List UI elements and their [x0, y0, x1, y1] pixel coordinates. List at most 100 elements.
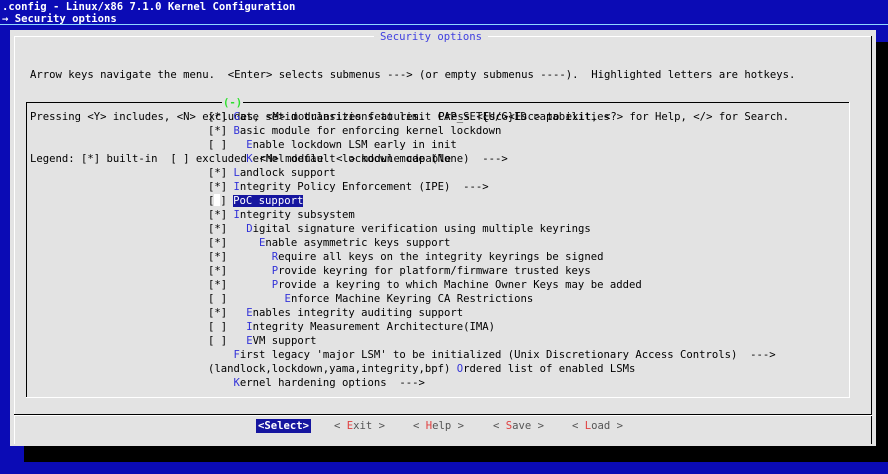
- menu-item[interactable]: [*] Landlock support: [208, 166, 828, 180]
- menu-item-label: Enforce Machine Keyring CA Restrictions: [285, 293, 534, 305]
- menu-item-text: ntegrity Measurement Architecture(IMA): [252, 321, 496, 333]
- load-rest: oad >: [591, 420, 624, 432]
- menu-item-prefix: [*]: [208, 265, 272, 277]
- menu-item-prefix: []: [208, 194, 234, 207]
- menu-item-label: Integrity Policy Enforcement (IPE) --->: [234, 181, 489, 193]
- menu-item-prefix: [208, 349, 234, 361]
- menu-item-label: PoC support: [233, 195, 304, 207]
- menu-item-prefix: [*]: [208, 125, 234, 137]
- menu-item[interactable]: [ ] Integrity Measurement Architecture(I…: [208, 320, 828, 334]
- menu-item-label: Enable asymmetric keys support: [259, 237, 450, 249]
- menu-item-label: Integrity Measurement Architecture(IMA): [246, 321, 495, 333]
- menu-item-text: igital signature verification using mult…: [252, 223, 591, 235]
- menu-item-text: rovide a keyring to which Machine Owner …: [278, 279, 642, 291]
- menu-item-label: EVM support: [246, 335, 316, 347]
- menu-item-text: rdered list of enabled LSMs: [463, 363, 636, 375]
- menu-item-label: Gate setid transitions to limit CAP_SET{…: [234, 111, 610, 123]
- menu-item-text: nable asymmetric keys support: [265, 237, 451, 249]
- menu-item-text: nable lockdown LSM early in init: [252, 139, 457, 151]
- load-open: <: [572, 420, 585, 432]
- exit-open: <: [334, 420, 347, 432]
- menu-item-text: rovide keyring for platform/firmware tru…: [278, 265, 591, 277]
- menu-item-prefix: [ ]: [208, 335, 247, 347]
- menu-item[interactable]: [*] Enables integrity auditing support: [208, 306, 828, 320]
- menu-item-prefix: [*]: [208, 251, 272, 263]
- help-open: <: [413, 420, 426, 432]
- button-separator-highlight: [14, 415, 872, 416]
- menu-item[interactable]: [*] Integrity subsystem: [208, 208, 828, 222]
- menu-item-label: Digital signature verification using mul…: [246, 223, 590, 235]
- help-button[interactable]: < Help >: [413, 419, 464, 433]
- menu-item-prefix: [*]: [208, 111, 234, 123]
- load-button[interactable]: < Load >: [572, 419, 623, 433]
- menu-item[interactable]: [*] Provide a keyring to which Machine O…: [208, 278, 828, 292]
- menu-item[interactable]: [*] Enable asymmetric keys support: [208, 236, 828, 250]
- menu-item[interactable]: [ ] Enable lockdown LSM early in init: [208, 138, 828, 152]
- menu-item-text: irst legacy 'major LSM' to be initialize…: [239, 349, 776, 361]
- menu-item-prefix: [ ]: [208, 321, 247, 333]
- menu-item-prefix: [*]: [208, 209, 234, 221]
- menu-item-prefix: (landlock,lockdown,yama,integrity,bpf): [208, 363, 457, 375]
- menu-item-label: Kernel default lockdown mode (None) --->: [246, 153, 508, 165]
- menu-item[interactable]: [*] Gate setid transitions to limit CAP_…: [208, 110, 828, 124]
- menu-item[interactable]: [ ] Enforce Machine Keyring CA Restricti…: [208, 292, 828, 306]
- button-bar: <Select> < Exit > < Help > < Save > < Lo…: [10, 419, 876, 435]
- menu-item-prefix: [208, 377, 234, 389]
- menu-item-text: asic module for enforcing kernel lockdow…: [239, 125, 502, 137]
- menu-item-prefix: [ ]: [208, 139, 247, 151]
- menu-item-text: ate setid transitions to limit CAP_SET{U…: [239, 111, 610, 123]
- save-rest: ave >: [512, 420, 545, 432]
- menu-item-label: Require all keys on the integrity keyrin…: [272, 251, 604, 263]
- menu-item-label: First legacy 'major LSM' to be initializ…: [234, 349, 776, 361]
- menu-item-prefix: [*]: [208, 237, 260, 249]
- save-open: <: [493, 420, 506, 432]
- menu-item[interactable]: Kernel default lockdown mode (None) --->: [208, 152, 828, 166]
- menu-border-bottom: [26, 397, 850, 398]
- menu-item-text: ntegrity subsystem: [239, 209, 355, 221]
- help-line-navigation: Arrow keys navigate the menu. <Enter> se…: [30, 69, 796, 81]
- menu-item-prefix: [*]: [208, 307, 247, 319]
- menu-item-label: Enables integrity auditing support: [246, 307, 463, 319]
- menu-item-text: nforce Machine Keyring CA Restrictions: [290, 293, 534, 305]
- security-options-dialog: Security options Arrow keys navigate the…: [10, 30, 876, 446]
- menu-item-label: Provide keyring for platform/firmware tr…: [272, 265, 591, 277]
- menu-item[interactable]: [*] Basic module for enforcing kernel lo…: [208, 124, 828, 138]
- menu-item-prefix: [ ]: [208, 293, 285, 305]
- dialog-border-left: [14, 36, 15, 444]
- menu-item-prefix: [*]: [208, 223, 247, 235]
- menu-item-text: ernel hardening options --->: [239, 377, 425, 389]
- menu-item-text: VM support: [252, 335, 317, 347]
- save-button[interactable]: < Save >: [493, 419, 544, 433]
- menu-item[interactable]: [*] Require all keys on the integrity ke…: [208, 250, 828, 264]
- dialog-border-right: [871, 36, 872, 444]
- menu-item-text: ernel default lockdown mode (None) --->: [252, 153, 508, 165]
- menu-item[interactable]: [ ] EVM support: [208, 334, 828, 348]
- checkbox-close: ]: [220, 195, 234, 207]
- menu-list: [*] Gate setid transitions to limit CAP_…: [208, 110, 828, 390]
- menu-item-prefix: [*]: [208, 279, 272, 291]
- menu-item[interactable]: [*] Integrity Policy Enforcement (IPE) -…: [208, 180, 828, 194]
- menu-item-text: equire all keys on the integrity keyring…: [278, 251, 604, 263]
- menu-item[interactable]: [] PoC support: [208, 194, 828, 208]
- menu-item-text: nables integrity auditing support: [252, 307, 464, 319]
- header-rule: [0, 24, 888, 25]
- menu-item-text: ntegrity Policy Enforcement (IPE) --->: [239, 181, 489, 193]
- exit-button[interactable]: < Exit >: [334, 419, 385, 433]
- menu-item-prefix: [*]: [208, 181, 234, 193]
- menu-item-label: Landlock support: [234, 167, 336, 179]
- menu-item[interactable]: [*] Provide keyring for platform/firmwar…: [208, 264, 828, 278]
- menu-border-left: [26, 102, 27, 398]
- menu-item[interactable]: (landlock,lockdown,yama,integrity,bpf) O…: [208, 362, 828, 376]
- menu-border-top: [26, 102, 850, 103]
- select-button[interactable]: <Select>: [256, 419, 312, 433]
- menu-item-label: Provide a keyring to which Machine Owner…: [272, 279, 642, 291]
- menu-item[interactable]: [*] Digital signature verification using…: [208, 222, 828, 236]
- menu-item-label: Kernel hardening options --->: [234, 377, 425, 389]
- menu-item[interactable]: Kernel hardening options --->: [208, 376, 828, 390]
- menu-item-text: andlock support: [239, 167, 336, 179]
- menu-item[interactable]: First legacy 'major LSM' to be initializ…: [208, 348, 828, 362]
- help-rest: elp >: [432, 420, 465, 432]
- menu-item-text: oC support: [239, 195, 304, 207]
- menu-item-label: Enable lockdown LSM early in init: [246, 139, 457, 151]
- menu-item-prefix: [208, 153, 246, 165]
